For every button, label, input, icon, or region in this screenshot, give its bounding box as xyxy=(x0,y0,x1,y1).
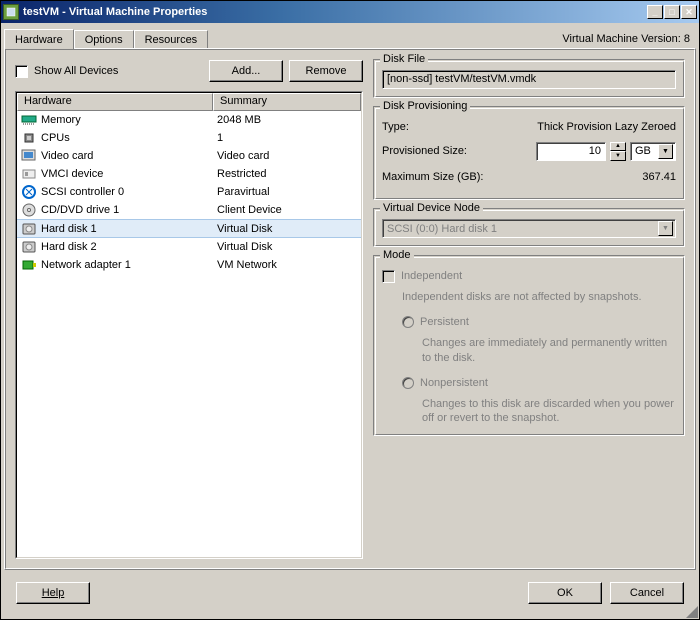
cd-icon xyxy=(21,202,37,218)
dialog-button-bar: Help OK Cancel xyxy=(4,570,696,616)
provisioned-size-label: Provisioned Size: xyxy=(382,145,522,157)
hardware-list: Hardware Summary Memory 2048 MB CPUs 1 Video… xyxy=(15,91,363,559)
hardware-summary: Virtual Disk xyxy=(217,241,272,253)
chevron-down-icon: ▼ xyxy=(658,221,673,236)
independent-desc: Independent disks are not affected by sn… xyxy=(402,290,676,304)
hardware-summary: Client Device xyxy=(217,204,282,216)
hardware-summary: Virtual Disk xyxy=(217,223,272,235)
independent-label: Independent xyxy=(401,270,462,282)
hardware-name: Hard disk 1 xyxy=(41,223,97,235)
type-value: Thick Provision Lazy Zeroed xyxy=(537,121,676,133)
provisioned-size-input[interactable] xyxy=(536,142,606,161)
chevron-down-icon[interactable]: ▼ xyxy=(658,144,673,159)
persistent-radio xyxy=(402,316,414,328)
hardware-row[interactable]: VMCI device Restricted xyxy=(17,165,361,183)
window-title: testVM - Virtual Machine Properties xyxy=(23,6,207,18)
show-all-devices-label: Show All Devices xyxy=(34,65,118,77)
col-hardware[interactable]: Hardware xyxy=(17,93,213,111)
cancel-button[interactable]: Cancel xyxy=(610,582,684,604)
hardware-name: VMCI device xyxy=(41,168,103,180)
hardware-row[interactable]: SCSI controller 0 Paravirtual xyxy=(17,183,361,201)
hardware-row[interactable]: CPUs 1 xyxy=(17,129,361,147)
hardware-summary: 1 xyxy=(217,132,223,144)
hardware-summary: 2048 MB xyxy=(217,114,261,126)
hardware-row[interactable]: Memory 2048 MB xyxy=(17,111,361,129)
independent-checkbox xyxy=(382,270,395,283)
titlebar: testVM - Virtual Machine Properties _ □ … xyxy=(1,1,699,23)
nic-icon xyxy=(21,257,37,273)
show-all-devices-checkbox[interactable] xyxy=(15,65,28,78)
persistent-label: Persistent xyxy=(420,316,469,328)
close-button[interactable]: ✕ xyxy=(681,5,697,19)
hardware-name: Video card xyxy=(41,150,93,162)
help-button[interactable]: Help xyxy=(16,582,90,604)
disk-provisioning-group: Disk Provisioning Type: Thick Provision … xyxy=(373,106,685,200)
hardware-name: Memory xyxy=(41,114,81,126)
nonpersistent-label: Nonpersistent xyxy=(420,377,488,389)
vm-properties-window: testVM - Virtual Machine Properties _ □ … xyxy=(0,0,700,620)
col-summary[interactable]: Summary xyxy=(213,93,361,111)
max-size-label: Maximum Size (GB): xyxy=(382,171,522,183)
video-icon xyxy=(21,148,37,164)
hardware-name: CPUs xyxy=(41,132,70,144)
mode-group: Mode Independent Independent disks are n… xyxy=(373,255,685,436)
minimize-button[interactable]: _ xyxy=(647,5,663,19)
type-label: Type: xyxy=(382,121,522,133)
tab-hardware[interactable]: Hardware xyxy=(4,29,74,49)
size-down-button[interactable]: ▼ xyxy=(610,151,626,161)
nonpersistent-desc: Changes to this disk are discarded when … xyxy=(422,397,676,426)
mode-group-label: Mode xyxy=(380,249,414,261)
hardware-row[interactable]: Video card Video card xyxy=(17,147,361,165)
size-up-button[interactable]: ▲ xyxy=(610,142,626,152)
hardware-name: Network adapter 1 xyxy=(41,259,131,271)
remove-button[interactable]: Remove xyxy=(289,60,363,82)
hardware-summary: VM Network xyxy=(217,259,277,271)
cpu-icon xyxy=(21,130,37,146)
vm-version-label: Virtual Machine Version: 8 xyxy=(556,30,696,48)
disk-icon xyxy=(21,239,37,255)
virtual-device-node-group: Virtual Device Node SCSI (0:0) Hard disk… xyxy=(373,208,685,247)
hardware-row[interactable]: CD/DVD drive 1 Client Device xyxy=(17,201,361,219)
persistent-desc: Changes are immediately and permanently … xyxy=(422,336,676,365)
vnode-select: SCSI (0:0) Hard disk 1 ▼ xyxy=(382,219,676,238)
tab-options[interactable]: Options xyxy=(74,30,134,48)
vnode-group-label: Virtual Device Node xyxy=(380,202,483,214)
tab-resources[interactable]: Resources xyxy=(134,30,209,48)
hardware-name: SCSI controller 0 xyxy=(41,186,124,198)
hardware-row[interactable]: Hard disk 2 Virtual Disk xyxy=(17,238,361,256)
hardware-row[interactable]: Network adapter 1 VM Network xyxy=(17,256,361,274)
add-button[interactable]: Add... xyxy=(209,60,283,82)
size-unit-select[interactable]: GB ▼ xyxy=(630,142,676,161)
disk-file-group-label: Disk File xyxy=(380,53,428,65)
hardware-name: Hard disk 2 xyxy=(41,241,97,253)
maximize-button[interactable]: □ xyxy=(664,5,680,19)
size-unit-value: GB xyxy=(635,145,651,157)
disk-icon xyxy=(21,221,37,237)
hardware-name: CD/DVD drive 1 xyxy=(41,204,119,216)
resize-grip-icon[interactable] xyxy=(684,604,698,618)
disk-file-group: Disk File [non-ssd] testVM/testVM.vmdk xyxy=(373,59,685,98)
vnode-value: SCSI (0:0) Hard disk 1 xyxy=(387,223,497,235)
hardware-row[interactable]: Hard disk 1 Virtual Disk xyxy=(17,219,361,238)
max-size-value: 367.41 xyxy=(642,171,676,183)
disk-provisioning-group-label: Disk Provisioning xyxy=(380,100,470,112)
hardware-summary: Paravirtual xyxy=(217,186,270,198)
ok-button[interactable]: OK xyxy=(528,582,602,604)
vmci-icon xyxy=(21,166,37,182)
memory-icon xyxy=(21,112,37,128)
scsi-icon xyxy=(21,184,37,200)
disk-file-field: [non-ssd] testVM/testVM.vmdk xyxy=(382,70,676,89)
hardware-summary: Restricted xyxy=(217,168,267,180)
tab-bar: Hardware Options Resources Virtual Machi… xyxy=(4,26,696,48)
app-icon xyxy=(3,4,19,20)
nonpersistent-radio xyxy=(402,377,414,389)
hardware-summary: Video card xyxy=(217,150,269,162)
